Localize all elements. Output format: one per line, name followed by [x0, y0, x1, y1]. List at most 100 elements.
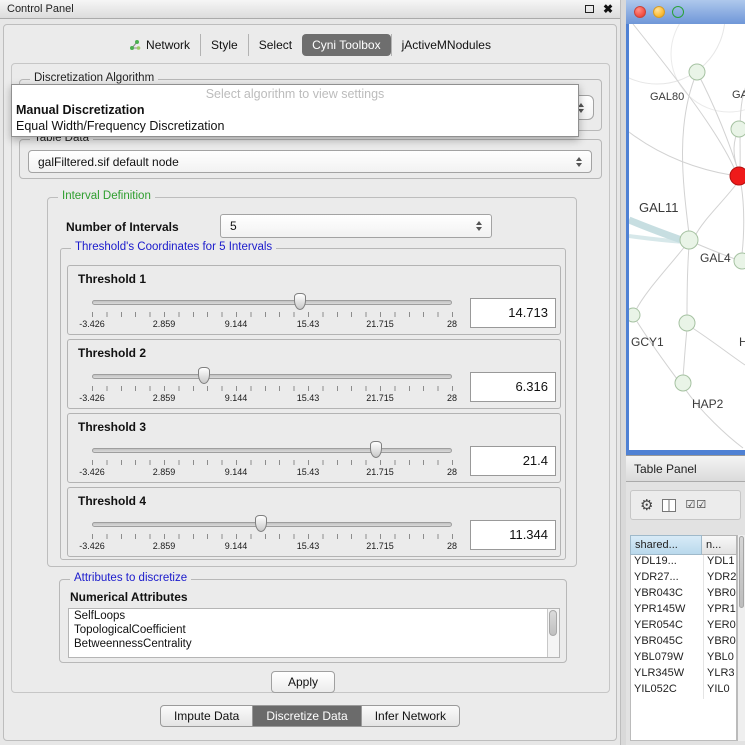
slider-thumb[interactable]	[255, 515, 267, 532]
table-row[interactable]: YBL079WYBL0	[631, 651, 736, 667]
table-data-group: Table Data galFiltered.sif default node	[19, 139, 602, 179]
threshold-label: Threshold 1	[78, 272, 146, 286]
bottom-tab-impute-data[interactable]: Impute Data	[160, 705, 253, 727]
slider-track[interactable]	[92, 374, 452, 379]
tab-style[interactable]: Style	[200, 34, 248, 56]
slider-scale-label: 9.144	[225, 393, 248, 403]
float-window-icon[interactable]	[585, 5, 594, 13]
tab-label: jActiveMNodules	[402, 38, 491, 52]
slider-thumb[interactable]	[198, 367, 210, 384]
network-node[interactable]	[675, 375, 691, 391]
attribute-item[interactable]: SelfLoops	[69, 609, 559, 623]
network-node-label: GCY1	[631, 335, 664, 349]
gear-icon[interactable]: ⚙	[640, 498, 653, 513]
bottom-tab-discretize-data[interactable]: Discretize Data	[253, 705, 361, 727]
slider-track[interactable]	[92, 300, 452, 305]
threshold-value-field[interactable]: 21.4	[470, 446, 556, 476]
threshold-label: Threshold 3	[78, 420, 146, 434]
minimize-button[interactable]	[653, 6, 665, 18]
table-panel-title: Table Panel	[634, 462, 697, 476]
number-of-intervals-value: 5	[230, 219, 237, 233]
algorithm-option[interactable]: Equal Width/Frequency Discretization	[12, 118, 578, 134]
network-node-highlighted[interactable]	[730, 167, 745, 185]
apply-button[interactable]: Apply	[271, 671, 335, 693]
network-node-label: H	[739, 335, 745, 349]
network-canvas[interactable]: GAL80GAGAL11GAL4GCY1HHAP2	[629, 24, 745, 450]
cell-shared-name: YER054C	[631, 619, 703, 635]
slider-scale-label: 15.43	[297, 393, 320, 403]
numerical-attributes-list[interactable]: SelfLoopsTopologicalCoefficientBetweenne…	[68, 608, 560, 658]
network-node[interactable]	[731, 121, 745, 137]
network-node[interactable]	[679, 315, 695, 331]
threshold-value-field[interactable]: 6.316	[470, 372, 556, 402]
table-row[interactable]: YLR345WYLR3	[631, 667, 736, 683]
slider-thumb[interactable]	[294, 293, 306, 310]
slider-ticks	[92, 386, 453, 391]
threshold-slider[interactable]: -3.4262.8599.14415.4321.71528	[92, 440, 452, 480]
threshold-slider[interactable]: -3.4262.8599.14415.4321.71528	[92, 514, 452, 554]
cell-name: YIL0	[703, 683, 736, 699]
cell-shared-name: YIL052C	[631, 683, 703, 699]
attributes-scrollbar[interactable]	[547, 609, 559, 657]
numerical-attributes-label: Numerical Attributes	[70, 590, 188, 604]
slider-scale-label: 28	[447, 319, 457, 329]
threshold-slider[interactable]: -3.4262.8599.14415.4321.71528	[92, 366, 452, 406]
table-row[interactable]: YER054CYER0	[631, 619, 736, 635]
algorithm-dropdown-popup: Select algorithm to view settings Manual…	[11, 84, 579, 137]
column-header-shared-name[interactable]: shared...	[630, 535, 702, 555]
slider-track[interactable]	[92, 522, 452, 527]
table-row[interactable]: YBR045CYBR0	[631, 635, 736, 651]
attributes-group: Attributes to discretize Numerical Attri…	[59, 579, 567, 663]
table-row[interactable]: YDL19...YDL1	[631, 555, 736, 571]
network-node[interactable]	[629, 308, 640, 322]
slider-scale: -3.4262.8599.14415.4321.71528	[92, 467, 452, 479]
threshold-slider[interactable]: -3.4262.8599.14415.4321.71528	[92, 292, 452, 332]
slider-scale-label: 2.859	[153, 319, 176, 329]
number-of-intervals-select[interactable]: 5	[220, 214, 492, 238]
threshold-value-field[interactable]: 11.344	[470, 520, 556, 550]
cell-name: YDR2	[703, 571, 736, 587]
cell-name: YDL1	[703, 555, 736, 571]
zoom-button[interactable]	[672, 6, 684, 18]
table-row[interactable]: YBR043CYBR0	[631, 587, 736, 603]
attribute-item[interactable]: TopologicalCoefficient	[69, 623, 559, 637]
attribute-item[interactable]: BetweennessCentrality	[69, 637, 559, 651]
control-panel: Control Panel ✖ NetworkStyleSelectCyni T…	[0, 0, 621, 745]
column-header-name[interactable]: n...	[702, 535, 737, 555]
cell-shared-name: YPR145W	[631, 603, 703, 619]
table-scrollbar-thumb[interactable]	[739, 536, 744, 608]
top-tabs: NetworkStyleSelectCyni Toolbox jActiveMNo…	[4, 34, 616, 56]
application-window: Control Panel ✖ NetworkStyleSelectCyni T…	[0, 0, 745, 745]
threshold-value-field[interactable]: 14.713	[470, 298, 556, 328]
tab-cyni-toolbox[interactable]: Cyni Toolbox	[302, 34, 390, 56]
table-data-select[interactable]: galFiltered.sif default node	[28, 150, 592, 173]
network-node[interactable]	[680, 231, 698, 249]
table-scrollbar[interactable]	[737, 535, 745, 741]
columns-icon[interactable]	[662, 499, 676, 512]
slider-thumb[interactable]	[370, 441, 382, 458]
slider-scale-label: 9.144	[225, 467, 248, 477]
close-icon[interactable]: ✖	[603, 4, 613, 14]
interval-definition-group: Interval Definition Number of Intervals …	[47, 197, 577, 567]
tab-select[interactable]: Select	[248, 34, 302, 56]
slider-track[interactable]	[92, 448, 452, 453]
algorithm-option[interactable]: Manual Discretization	[12, 102, 578, 118]
cell-shared-name: YDL19...	[631, 555, 703, 571]
tab-network[interactable]: Network	[119, 34, 200, 56]
close-button[interactable]	[634, 6, 646, 18]
checkbox-icons[interactable]: ☑☑	[685, 499, 707, 511]
attributes-scrollbar-thumb[interactable]	[549, 610, 557, 636]
table-row[interactable]: YDR27...YDR2	[631, 571, 736, 587]
table-row[interactable]: YIL052CYIL0	[631, 683, 736, 699]
network-node[interactable]	[689, 64, 705, 80]
network-node[interactable]	[734, 253, 745, 269]
network-view-window: GAL80GAGAL11GAL4GCY1HHAP2	[626, 0, 745, 455]
slider-scale-label: -3.426	[79, 319, 105, 329]
tab-jactivemnodules[interactable]: jActiveMNodules	[391, 34, 501, 56]
table-row[interactable]: YPR145WYPR1	[631, 603, 736, 619]
slider-scale-label: 9.144	[225, 541, 248, 551]
slider-scale-label: 15.43	[297, 541, 320, 551]
table-data-value: galFiltered.sif default node	[38, 155, 179, 169]
bottom-tab-infer-network[interactable]: Infer Network	[362, 705, 460, 727]
thresholds-group-label: Threshold's Coordinates for 5 Intervals	[71, 241, 276, 253]
